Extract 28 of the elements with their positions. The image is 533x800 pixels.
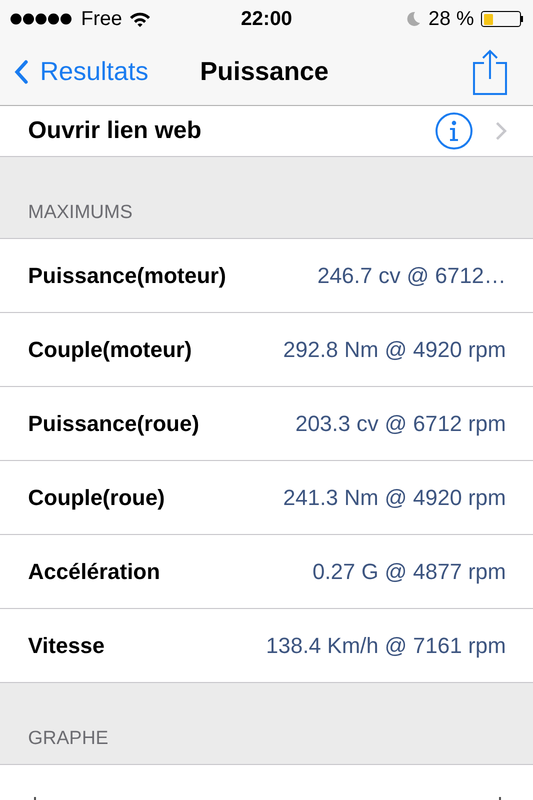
row-value: 292.8 Nm @ 4920 rpm [283, 336, 506, 362]
row-label: Puissance(roue) [28, 410, 200, 436]
battery-percent: 28 % [428, 8, 474, 30]
section-header: MAXIMUMS [28, 202, 132, 224]
moon-icon [406, 11, 422, 27]
info-icon[interactable] [435, 112, 473, 150]
row-label: Couple(moteur) [28, 336, 192, 362]
battery-icon [481, 11, 523, 27]
row-value: 138.4 Km/h @ 7161 rpm [266, 632, 506, 658]
row-label[interactable]: Ouvrir lien web [28, 117, 202, 145]
row-value: 203.3 cv @ 6712 rpm [295, 410, 506, 436]
row-label: Accélération [28, 558, 160, 584]
back-chevron-icon[interactable] [14, 60, 28, 84]
row-label: Vitesse [28, 632, 105, 658]
row-label: Couple(roue) [28, 484, 165, 510]
clock: 22:00 [240, 8, 292, 30]
row-value: 241.3 Nm @ 4920 rpm [283, 484, 506, 510]
screen-title: Puissance [200, 56, 329, 87]
row-value: 0.27 G @ 4877 rpm [312, 558, 506, 584]
chevron-icon [495, 121, 507, 141]
row-label: Puissance(moteur) [28, 262, 226, 288]
signal-icon [10, 13, 74, 25]
wifi-icon [129, 11, 152, 27]
carrier: Free [81, 8, 122, 30]
row-value: 246.7 cv @ 6712… [317, 262, 506, 288]
back-button[interactable]: Resultats [14, 56, 148, 87]
share-icon[interactable] [473, 48, 507, 94]
section-header: GRAPHE [28, 728, 108, 750]
